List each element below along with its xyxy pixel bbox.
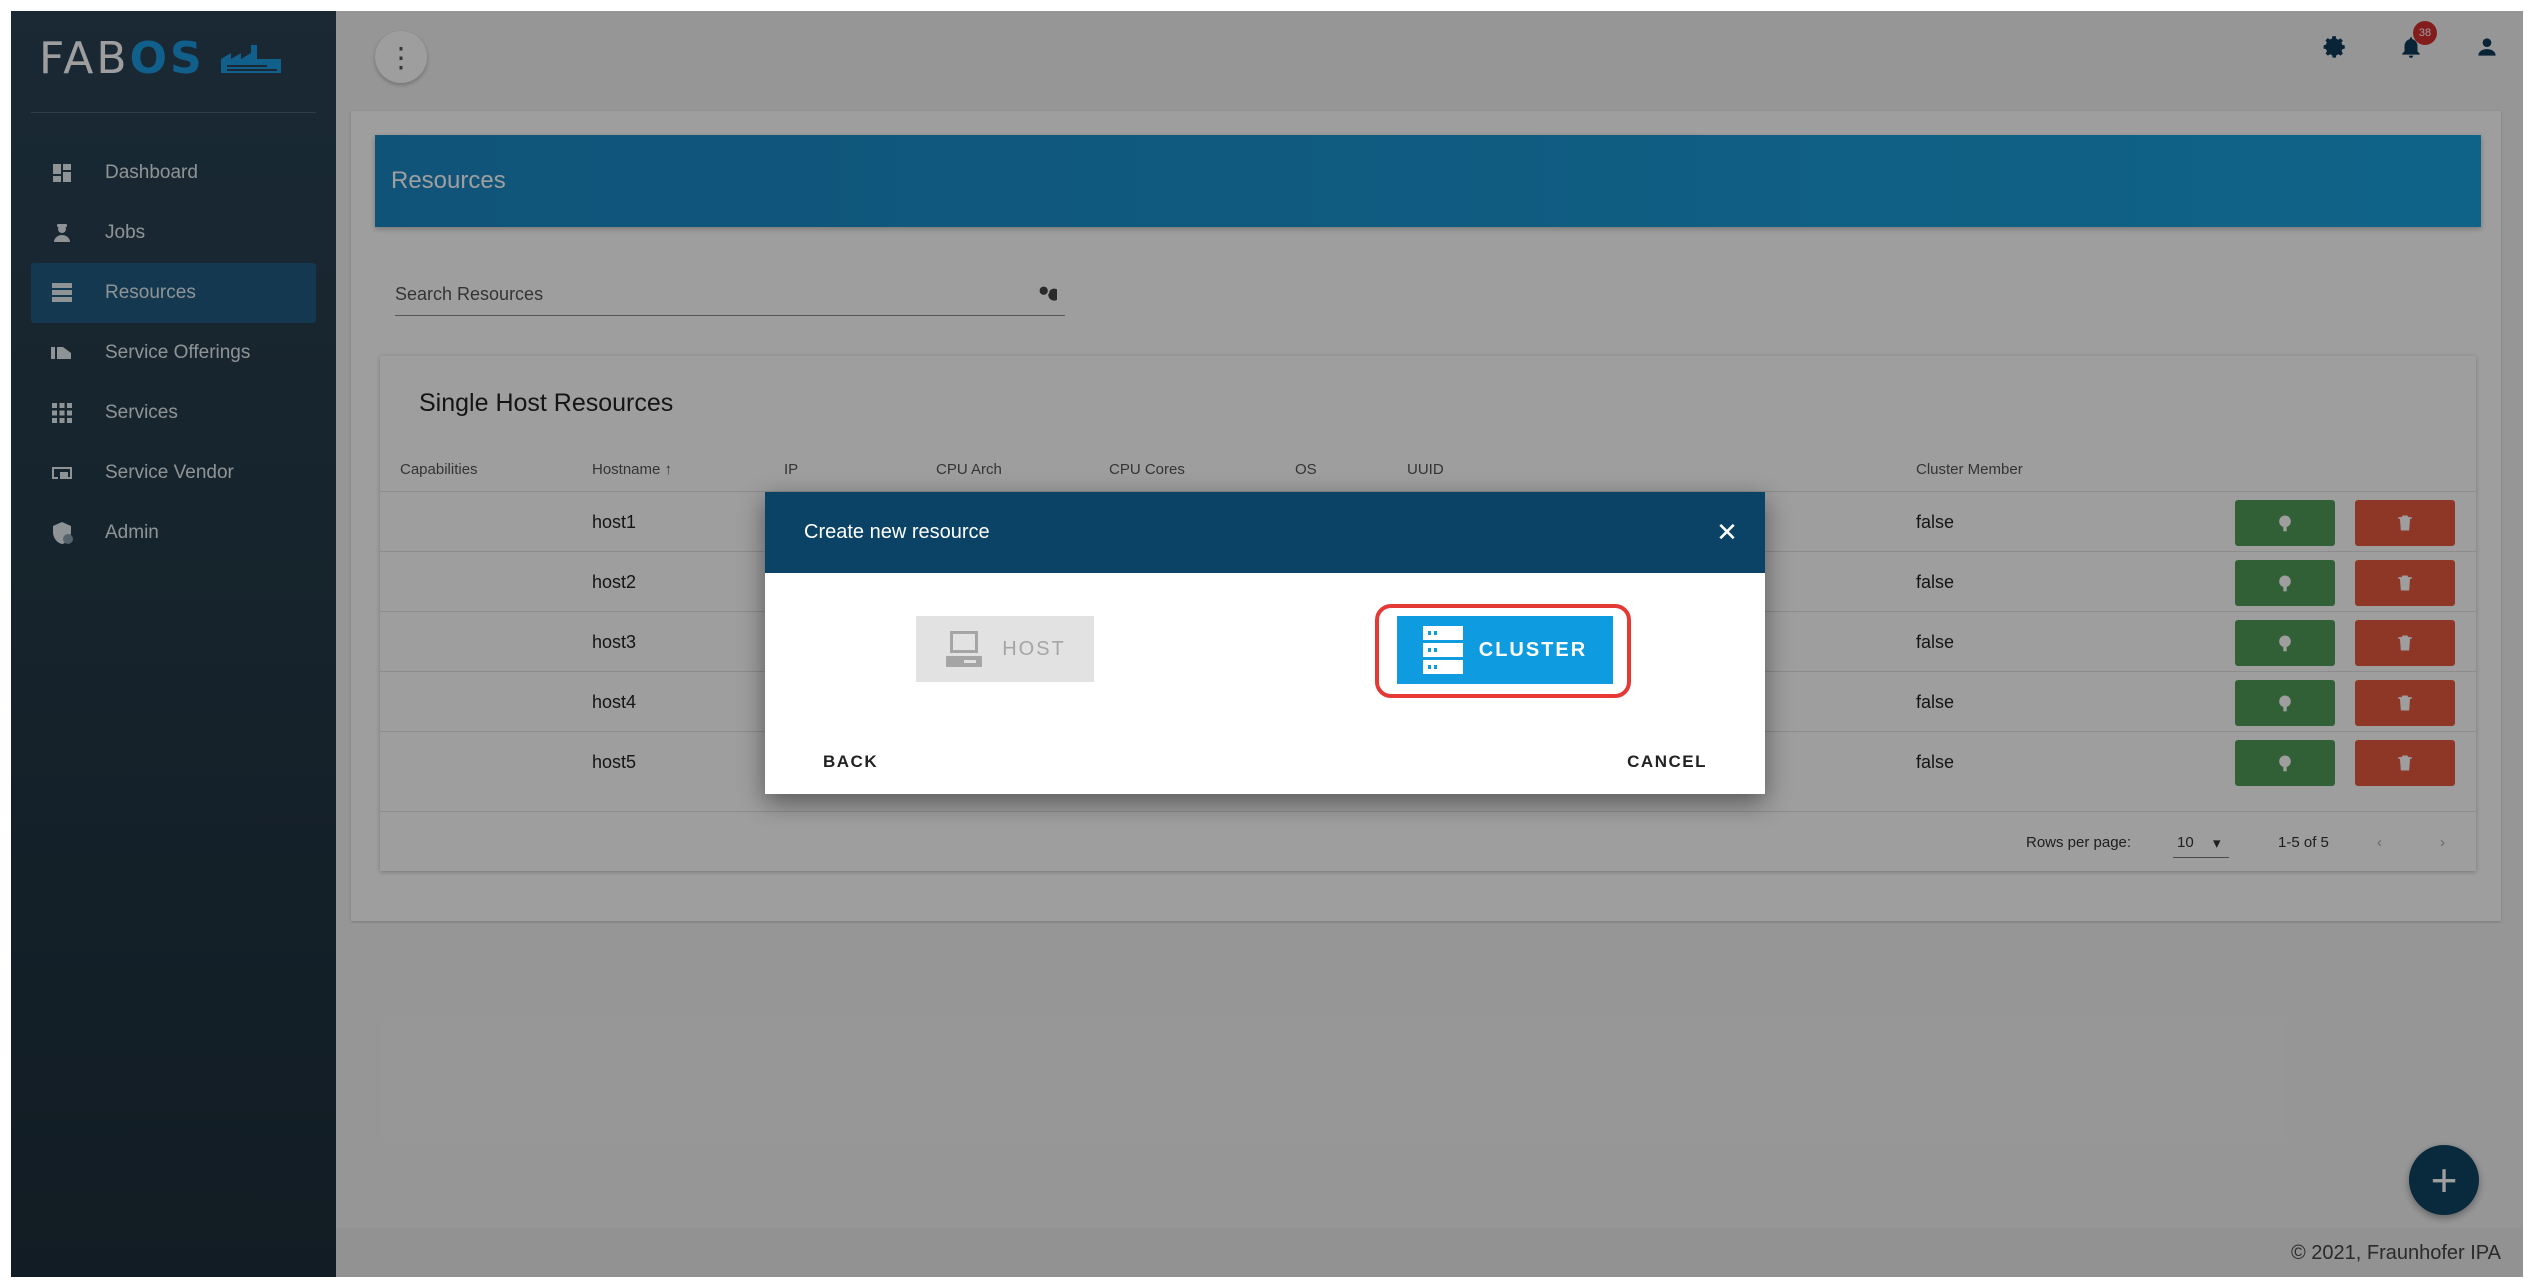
computer-icon [946,631,983,667]
cancel-button[interactable]: CANCEL [1627,752,1707,772]
app-frame: FABOS Dashboard Jobs Resources Service O… [11,11,2523,1277]
cluster-option-label: CLUSTER [1478,638,1588,661]
host-option-label: HOST [1002,637,1066,660]
dialog-header: Create new resource ✕ [765,492,1765,573]
cluster-option-button[interactable]: CLUSTER [1397,616,1613,684]
back-button[interactable]: BACK [823,752,878,772]
server-rack-icon [1422,626,1463,674]
create-resource-dialog: Create new resource ✕ HOST CLUSTER BACK … [765,492,1765,794]
host-option-button[interactable]: HOST [916,616,1094,682]
dialog-title: Create new resource [804,521,990,543]
close-icon[interactable]: ✕ [1713,517,1741,547]
